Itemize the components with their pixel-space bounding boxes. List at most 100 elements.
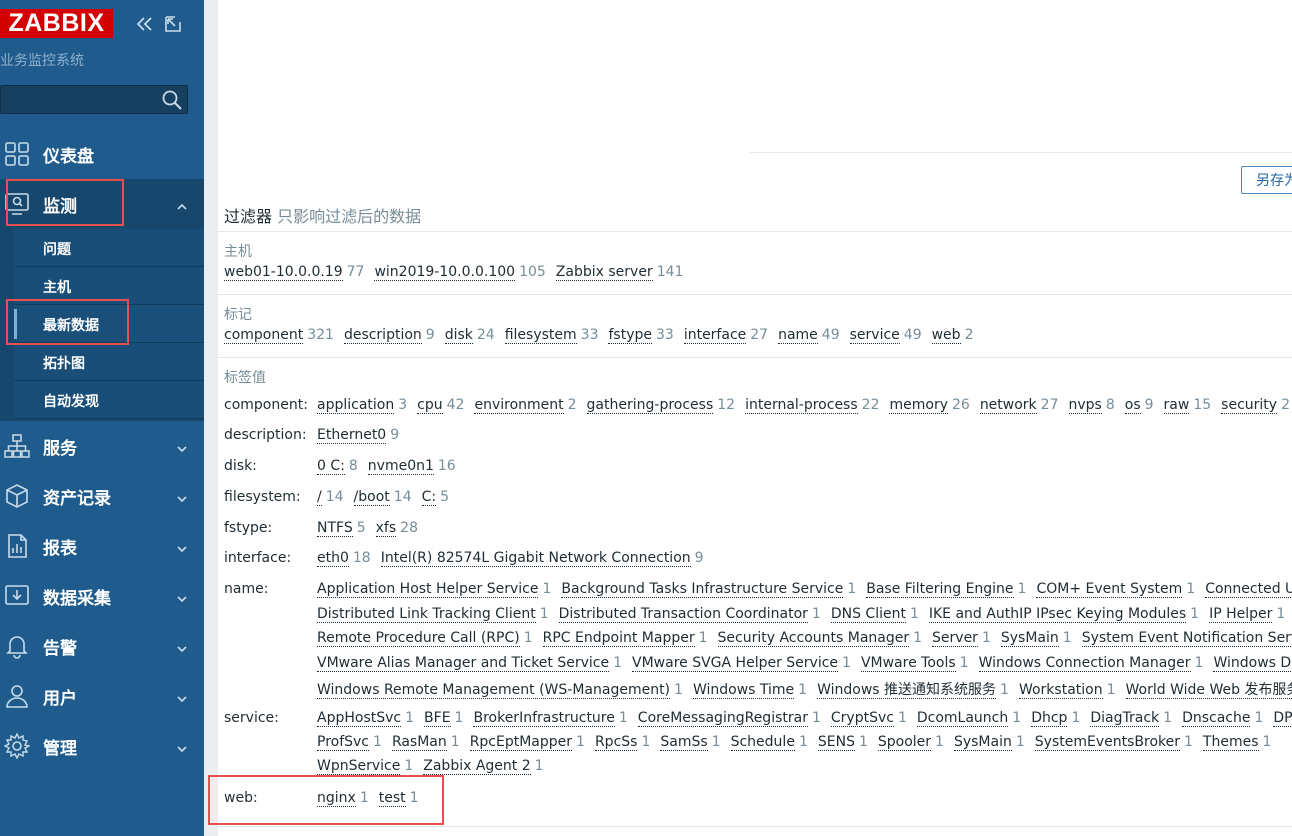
filter-chip[interactable]: SENS 1 [817,734,868,751]
filter-chip[interactable]: test 1 [378,790,419,807]
filter-link[interactable]: Connected User [1205,581,1292,598]
filter-chip[interactable]: IKE and AuthIP IPsec Keying Modules 1 [928,605,1199,623]
filter-link[interactable]: 0 C: [317,458,345,475]
filter-chip[interactable]: Themes 1 [1202,734,1271,751]
filter-link[interactable]: Windows Connection Manager [978,654,1191,672]
filter-link[interactable]: Ethernet0 [317,427,387,444]
filter-link[interactable]: Security Accounts Manager [717,630,910,647]
filter-chip[interactable]: WpnService 1 [317,758,413,775]
filter-chip[interactable]: Windows 推送通知系统服务 1 [817,682,1009,699]
filter-chip[interactable]: DcomLaunch 1 [916,710,1021,727]
filter-link[interactable]: Distributed Transaction Coordinator [558,605,808,623]
filter-chip[interactable]: name 49 [778,327,840,344]
filter-chip[interactable]: CoreMessagingRegistrar 1 [637,710,821,727]
filter-chip[interactable]: Remote Procedure Call (RPC) 1 [317,630,533,647]
filter-link[interactable]: IKE and AuthIP IPsec Keying Modules [928,605,1187,623]
filter-link[interactable]: fstype [608,327,652,344]
search-icon[interactable] [161,89,183,111]
filter-chip[interactable]: Intel(R) 82574L Gigabit Network Connecti… [380,550,704,567]
filter-chip[interactable]: /14 [317,489,344,506]
collapse-sidebar-icon[interactable] [135,14,155,34]
submenu-maps[interactable]: 拓扑图 [14,343,204,381]
filter-link[interactable]: COM+ Event System [1036,581,1183,598]
filter-chip[interactable]: ProfSvc 1 [317,734,382,751]
filter-chip[interactable]: Schedule 1 [730,734,808,751]
filter-link[interactable]: cpu [417,397,443,414]
filter-chip[interactable]: raw 15 [1163,397,1211,414]
filter-chip[interactable]: Windows Remote Management (WS-Management… [317,682,683,699]
filter-link[interactable]: Server [932,630,978,647]
filter-link[interactable]: description [343,327,422,344]
filter-link[interactable]: component [224,327,304,344]
filter-link[interactable]: RpcSs [594,734,638,751]
filter-chip[interactable]: interface 27 [683,327,768,344]
filter-link[interactable]: eth0 [317,550,349,567]
menu-data-collection[interactable]: 数据采集 [0,571,204,621]
filter-link[interactable]: memory [889,397,948,414]
filter-link[interactable]: filesystem [504,327,577,344]
menu-reports[interactable]: 报表 [0,521,204,571]
filter-chip[interactable]: IP Helper 1 [1209,605,1285,623]
menu-dashboard[interactable]: 仪表盘 [0,129,204,179]
filter-chip[interactable]: win2019-10.0.0.100 105 [374,264,546,281]
filter-link[interactable]: disk [444,327,473,344]
filter-chip[interactable]: Dnscache 1 [1182,710,1263,727]
filter-link[interactable]: web01-10.0.0.19 [224,264,343,281]
filter-link[interactable]: environment [474,397,564,414]
filter-chip[interactable]: AppHostSvc 1 [317,710,414,727]
filter-link[interactable]: gathering-process [586,397,714,414]
filter-chip[interactable]: Ethernet0 9 [317,427,399,444]
filter-chip[interactable]: VMware Tools 1 [860,654,969,672]
filter-link[interactable]: RasMan [391,734,447,751]
filter-link[interactable]: test [378,790,406,807]
menu-inventory[interactable]: 资产记录 [0,471,204,521]
filter-chip[interactable]: RPC Endpoint Mapper 1 [542,630,708,647]
filter-chip[interactable]: nginx 1 [317,790,369,807]
filter-chip[interactable]: Windows Connection Manager 1 [978,654,1203,672]
filter-chip[interactable]: DP [1273,710,1292,727]
filter-link[interactable]: BrokerInfrastructure [473,710,615,727]
filter-link[interactable]: CoreMessagingRegistrar [637,710,808,727]
filter-chip[interactable]: Distributed Transaction Coordinator 1 [558,605,821,623]
filter-chip[interactable]: C: 5 [421,489,449,506]
filter-link[interactable]: SamSs [660,734,708,751]
filter-chip[interactable]: Background Tasks Infrastructure Service 1 [561,581,856,598]
filter-link[interactable]: DcomLaunch [916,710,1009,727]
filter-chip[interactable]: VMware SVGA Helper Service 1 [632,654,851,672]
menu-services[interactable]: 服务 [0,421,204,471]
filter-chip[interactable]: SamSs 1 [660,734,721,751]
filter-link[interactable]: interface [683,327,747,344]
filter-link[interactable]: web [931,327,961,344]
filter-chip[interactable]: Connected User [1205,581,1292,598]
filter-chip[interactable]: NTFS 5 [317,520,366,537]
filter-chip[interactable]: COM+ Event System 1 [1036,581,1195,598]
filter-link[interactable]: DiagTrack [1090,710,1160,727]
filter-link[interactable]: System Event Notification Servic [1081,630,1292,647]
filter-chip[interactable]: CryptSvc 1 [830,710,907,727]
filter-chip[interactable]: cpu 42 [417,397,464,414]
filter-link[interactable]: Spooler [877,734,932,751]
menu-monitoring[interactable]: 监测 [0,179,204,229]
filter-chip[interactable]: DNS Client 1 [830,605,919,623]
filter-link[interactable]: nginx [317,790,356,807]
filter-chip[interactable]: xfs 28 [375,520,418,537]
filter-link[interactable]: VMware SVGA Helper Service [632,654,839,672]
filter-chip[interactable]: environment 2 [474,397,577,414]
filter-chip[interactable]: gathering-process 12 [586,397,735,414]
filter-link[interactable]: Themes [1202,734,1259,751]
filter-link[interactable]: /boot [353,489,390,506]
filter-chip[interactable]: Application Host Helper Service 1 [317,581,551,598]
filter-link[interactable]: Background Tasks Infrastructure Service [561,581,844,598]
filter-link[interactable]: name [778,327,818,344]
filter-chip[interactable]: RpcSs 1 [594,734,650,751]
filter-chip[interactable]: description 9 [343,327,435,344]
filter-link[interactable]: NTFS [317,520,353,537]
filter-chip[interactable]: System Event Notification Servic [1081,630,1292,647]
filter-link[interactable]: nvps [1068,397,1102,414]
filter-chip[interactable]: fstype 33 [608,327,674,344]
filter-link[interactable]: win2019-10.0.0.100 [374,264,516,281]
menu-users[interactable]: 用户 [0,671,204,721]
filter-chip[interactable]: DiagTrack 1 [1090,710,1172,727]
filter-chip[interactable]: Zabbix Agent 21 [423,758,544,775]
filter-chip[interactable]: Dhcp 1 [1031,710,1080,727]
